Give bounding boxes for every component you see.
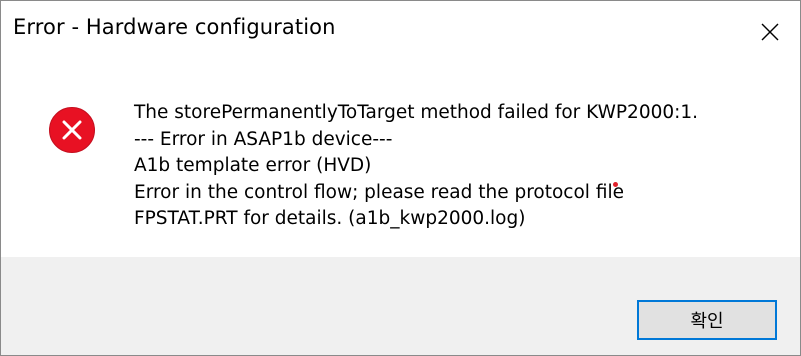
ok-button-label: 확인 (690, 311, 724, 332)
button-bar: 확인 (1, 257, 800, 355)
close-icon (761, 23, 779, 41)
dialog-content: The storePermanentlyToTarget method fail… (1, 63, 800, 257)
message-line: FPSTAT.PRT for details. (a1b_kwp2000.log… (134, 208, 526, 229)
window-title: Error - Hardware configuration (13, 15, 336, 39)
error-message: The storePermanentlyToTarget method fail… (134, 100, 698, 233)
ok-button[interactable]: 확인 (637, 300, 777, 340)
cursor-dot (613, 182, 618, 187)
error-dialog: Error - Hardware configuration The store… (0, 0, 801, 356)
title-bar: Error - Hardware configuration (1, 1, 800, 63)
close-button[interactable] (740, 1, 800, 63)
message-line: A1b template error (HVD) (134, 155, 372, 176)
error-icon (49, 107, 95, 153)
message-line: The storePermanentlyToTarget method fail… (134, 102, 699, 123)
message-line: --- Error in ASAP1b device--- (134, 128, 393, 150)
